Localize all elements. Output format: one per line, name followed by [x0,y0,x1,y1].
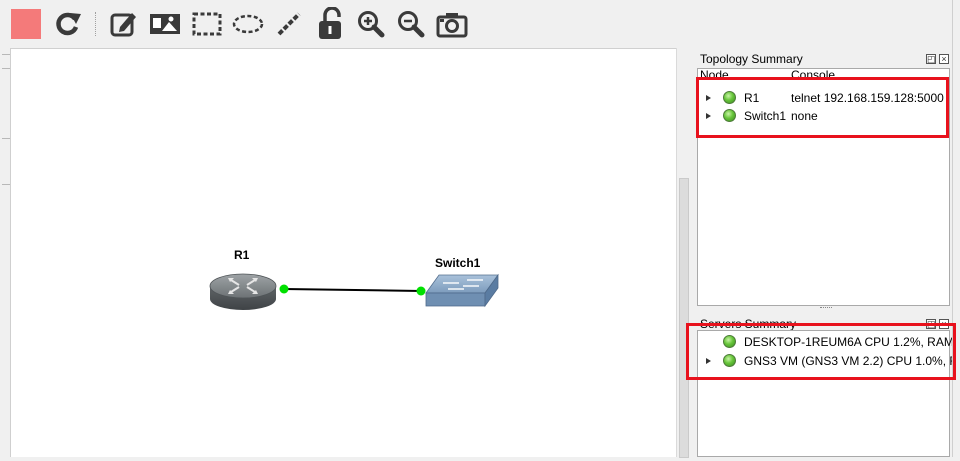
status-led-icon [723,109,736,122]
servers-summary-panel: Servers Summary ◰ × DESKTOP-1REUM6A CPU … [695,315,960,457]
right-edge-strip [952,0,960,457]
canvas-vertical-scrollbar[interactable] [676,48,690,458]
dock-tick [2,138,10,139]
close-panel-icon[interactable]: × [939,54,949,64]
topology-summary-list: Node Console R1 telnet 192.168.159.128:5… [697,68,950,306]
note-edit-icon [110,13,136,37]
column-header-console[interactable]: Console [791,68,835,82]
draw-rectangle-button[interactable] [191,6,223,42]
list-item[interactable]: DESKTOP-1REUM6A CPU 1.2%, RAM ... [698,333,960,351]
expand-arrow-icon[interactable] [706,95,711,101]
float-panel-icon[interactable]: ◰ [926,54,936,64]
topology-summary-panel: Topology Summary ◰ × Node Console R1 tel… [695,50,952,308]
lock-items-button[interactable] [314,6,346,42]
reload-icon [56,12,81,36]
rectangle-icon [192,12,222,36]
topology-summary-title-text: Topology Summary [700,52,803,66]
picture-icon [150,14,180,34]
node-console: telnet 192.168.159.128:5000 [791,91,944,105]
dock-tick [2,68,10,69]
zoom-in-icon [358,11,385,38]
draw-ellipse-button[interactable] [232,6,264,42]
router-r1-icon[interactable] [209,273,277,310]
server-name: DESKTOP-1REUM6A CPU 1.2%, RAM ... [744,335,960,349]
topology-summary-header: Node Console [700,67,949,83]
insert-picture-button[interactable] [149,6,181,42]
expand-arrow-icon[interactable] [706,358,711,364]
node-label-switch1: Switch1 [435,256,481,270]
ellipse-icon [232,14,264,34]
topology-canvas[interactable]: R1 Switch1 [11,48,676,457]
status-led-icon [723,91,736,104]
toolbar-separator [95,12,96,36]
camera-icon [436,13,468,38]
status-led-icon [723,335,736,348]
list-item[interactable]: GNS3 VM (GNS3 VM 2.2) CPU 1.0%, R... [698,352,960,370]
server-name: GNS3 VM (GNS3 VM 2.2) CPU 1.0%, R... [744,354,960,368]
topology-summary-title: Topology Summary ◰ × [695,50,952,68]
dock-tick [2,54,10,55]
scrollbar-thumb[interactable] [679,178,689,458]
zoom-out-icon [398,11,425,38]
dock-tick [2,184,10,185]
stop-all-button[interactable] [10,6,42,42]
add-note-button[interactable] [108,6,140,42]
screenshot-button[interactable] [436,6,468,42]
zoom-in-button[interactable] [355,6,387,42]
expand-arrow-icon[interactable] [706,113,711,119]
port-indicator-switch1 [416,286,426,296]
node-name: Switch1 [744,109,787,123]
unlock-icon [319,7,341,39]
list-item[interactable]: Switch1 none [698,107,949,125]
servers-summary-title-text: Servers Summary [700,317,797,331]
column-header-node[interactable]: Node [700,68,729,82]
topology-drawing: R1 Switch1 [209,248,499,310]
link-r1-switch1[interactable] [283,288,422,292]
left-dock-strip [0,48,11,457]
panel-splitter-handle[interactable] [820,307,832,309]
float-panel-icon[interactable]: ◰ [926,319,936,329]
close-panel-icon[interactable]: × [939,319,949,329]
main-toolbar [0,0,960,48]
servers-summary-list: DESKTOP-1REUM6A CPU 1.2%, RAM ... GNS3 V… [697,330,960,457]
draw-line-button[interactable] [273,6,305,42]
line-icon [277,12,301,36]
stop-square-icon [11,9,41,39]
port-indicator-r1 [279,284,289,294]
reload-all-button[interactable] [52,6,84,42]
status-led-icon [723,354,736,367]
node-console: none [791,109,818,123]
node-name: R1 [744,91,760,105]
switch-switch1-icon[interactable] [425,273,499,308]
node-label-r1: R1 [234,248,250,262]
list-item[interactable]: R1 telnet 192.168.159.128:5000 [698,89,949,107]
zoom-out-button[interactable] [395,6,427,42]
